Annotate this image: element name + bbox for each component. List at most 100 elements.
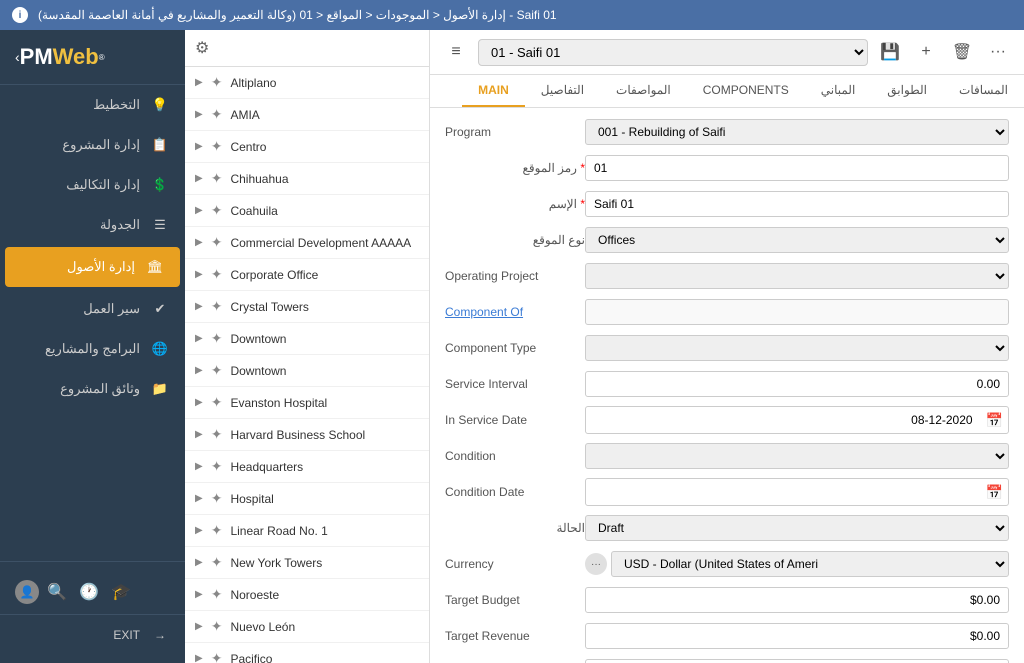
- list-view-btn[interactable]: ≡: [442, 38, 470, 66]
- content-area: ⚙ ▶✦Altiplano ▶✦AMIA ▶✦Centro ▶✦Chihuahu…: [185, 30, 1024, 663]
- list-item[interactable]: ▶✦Downtown: [185, 323, 429, 355]
- list-item[interactable]: ▶✦Linear Road No. 1: [185, 515, 429, 547]
- arrow-icon: ▶: [195, 205, 203, 216]
- tab-distances[interactable]: المسافات: [943, 75, 1024, 107]
- info-icon: i: [12, 7, 28, 23]
- sidebar-item-planning[interactable]: 💡 التخطيط: [0, 85, 185, 125]
- list-panel: ⚙ ▶✦Altiplano ▶✦AMIA ▶✦Centro ▶✦Chihuahu…: [185, 30, 430, 663]
- tab-properties[interactable]: المواصفات: [600, 75, 687, 107]
- sidebar-item-workflow-label: سير العمل: [83, 301, 140, 317]
- target-revenue-input[interactable]: [585, 623, 1009, 649]
- item-icon: ✦: [211, 170, 223, 187]
- delete-btn[interactable]: 🗑: [948, 38, 976, 66]
- history-btn[interactable]: 🕐: [75, 578, 103, 606]
- item-icon: ✦: [211, 490, 223, 507]
- sidebar-item-workflow[interactable]: ✔ سير العمل: [0, 289, 185, 329]
- list-item[interactable]: ▶✦Crystal Towers: [185, 291, 429, 323]
- currency-dots-btn[interactable]: ···: [585, 553, 607, 575]
- sidebar-item-programs[interactable]: 🌐 البرامج والمشاريع: [0, 329, 185, 369]
- sidebar-item-planning-label: التخطيط: [93, 97, 140, 113]
- form-row-program: Program 001 - Rebuilding of Saifi: [445, 118, 1009, 146]
- sidebar-item-schedule-label: الجدولة: [100, 217, 140, 233]
- list-item[interactable]: ▶✦Pacifico: [185, 643, 429, 663]
- form-row-in-service-date: In Service Date 📅: [445, 406, 1009, 434]
- target-budget-input[interactable]: [585, 587, 1009, 613]
- target-budget-label: Target Budget: [445, 593, 585, 607]
- program-select[interactable]: 001 - Rebuilding of Saifi: [585, 119, 1009, 145]
- list-item[interactable]: ▶✦Coahuila: [185, 195, 429, 227]
- list-item[interactable]: ▶✦AMIA: [185, 99, 429, 131]
- location-code-input[interactable]: [585, 155, 1009, 181]
- list-item[interactable]: ▶✦Centro: [185, 131, 429, 163]
- detail-form: Program 001 - Rebuilding of Saifi * رمز …: [430, 108, 1024, 663]
- sidebar-item-schedule[interactable]: ☰ الجدولة: [0, 205, 185, 245]
- list-item[interactable]: ▶✦Noroeste: [185, 579, 429, 611]
- operating-project-select[interactable]: [585, 263, 1009, 289]
- tab-details[interactable]: التفاصيل: [525, 75, 600, 107]
- component-of-input[interactable]: [585, 299, 1009, 325]
- status-select[interactable]: Draft: [585, 515, 1009, 541]
- tab-floors[interactable]: الطوابق: [871, 75, 943, 107]
- list-view-icon: ≡: [451, 43, 460, 61]
- list-item[interactable]: ▶✦Harvard Business School: [185, 419, 429, 451]
- sidebar-item-asset-mgmt[interactable]: 🏛 إدارة الأصول: [5, 247, 180, 287]
- condition-date-input[interactable]: [586, 479, 981, 505]
- project-mgmt-icon: 📋: [150, 135, 170, 155]
- tab-main[interactable]: MAIN: [462, 75, 525, 107]
- tab-components[interactable]: COMPONENTS: [687, 75, 805, 107]
- condition-calendar-icon[interactable]: 📅: [981, 484, 1008, 501]
- in-service-date-input[interactable]: [586, 407, 981, 433]
- tab-building[interactable]: المباني: [805, 75, 872, 107]
- learn-btn[interactable]: 🎓: [107, 578, 135, 606]
- target-budget-control: [585, 587, 1009, 613]
- list-item[interactable]: ▶✦New York Towers: [185, 547, 429, 579]
- more-btn[interactable]: ···: [984, 38, 1012, 66]
- list-item[interactable]: ▶✦Chihuahua: [185, 163, 429, 195]
- arrow-icon: ▶: [195, 493, 203, 504]
- location-type-label: نوع الموقع: [445, 233, 585, 247]
- sidebar-item-documents[interactable]: 📁 وثائق المشروع: [0, 369, 185, 409]
- planning-icon: 💡: [150, 95, 170, 115]
- target-revenue-label: Target Revenue: [445, 629, 585, 643]
- list-item[interactable]: ▶✦Headquarters: [185, 451, 429, 483]
- sidebar-item-project-mgmt[interactable]: 📋 إدارة المشروع: [0, 125, 185, 165]
- sidebar-item-cost-mgmt[interactable]: 💲 إدارة التكاليف: [0, 165, 185, 205]
- service-interval-input[interactable]: [585, 371, 1009, 397]
- form-row-location-type: نوع الموقع Offices: [445, 226, 1009, 254]
- list-item[interactable]: ▶✦Nuevo León: [185, 611, 429, 643]
- detail-tabs: المسافات الطوابق المباني COMPONENTS المو…: [430, 75, 1024, 108]
- target-occupancy-input[interactable]: [585, 659, 1009, 663]
- location-type-select[interactable]: Offices: [585, 227, 1009, 253]
- item-icon: ✦: [211, 394, 223, 411]
- form-row-component-type: Component Type: [445, 334, 1009, 362]
- arrow-icon: ▶: [195, 653, 203, 663]
- component-of-link[interactable]: Component Of: [445, 305, 523, 319]
- list-item[interactable]: ▶✦Commercial Development AAAAA: [185, 227, 429, 259]
- currency-select[interactable]: USD - Dollar (United States of Ameri: [611, 551, 1009, 577]
- list-item[interactable]: ▶✦Corporate Office: [185, 259, 429, 291]
- documents-icon: 📁: [150, 379, 170, 399]
- filter-icon[interactable]: ⚙: [195, 38, 209, 58]
- name-input[interactable]: [585, 191, 1009, 217]
- sidebar-item-exit[interactable]: → EXIT: [0, 615, 185, 655]
- arrow-icon: ▶: [195, 397, 203, 408]
- target-occupancy-control: [585, 659, 1009, 663]
- list-item[interactable]: ▶✦Hospital: [185, 483, 429, 515]
- list-item[interactable]: ▶✦Altiplano: [185, 67, 429, 99]
- record-selector[interactable]: 01 - Saifi 01: [478, 39, 868, 66]
- save-btn[interactable]: 💾: [876, 38, 904, 66]
- list-item[interactable]: ▶✦Evanston Hospital: [185, 387, 429, 419]
- top-bar: i Saifi 01 - إدارة الأصول < الموجودات < …: [0, 0, 1024, 30]
- list-item[interactable]: ▶✦Downtown: [185, 355, 429, 387]
- list-items: ▶✦Altiplano ▶✦AMIA ▶✦Centro ▶✦Chihuahua …: [185, 67, 429, 663]
- breadcrumb: Saifi 01 - إدارة الأصول < الموجودات < ال…: [38, 8, 557, 22]
- search-bottom-btn[interactable]: 🔍: [43, 578, 71, 606]
- calendar-icon[interactable]: 📅: [981, 412, 1008, 429]
- arrow-icon: ▶: [195, 333, 203, 344]
- target-revenue-control: [585, 623, 1009, 649]
- component-type-select[interactable]: [585, 335, 1009, 361]
- item-icon: ✦: [211, 74, 223, 91]
- condition-select[interactable]: [585, 443, 1009, 469]
- add-btn[interactable]: +: [912, 38, 940, 66]
- name-label: * الإسم: [445, 197, 585, 211]
